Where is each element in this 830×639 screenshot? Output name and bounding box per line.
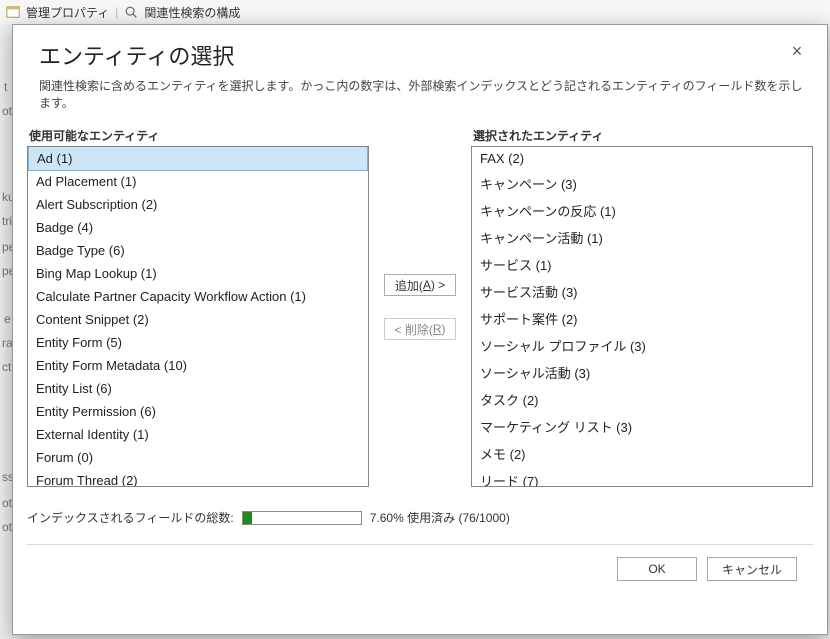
totals-row: インデックスされるフィールドの総数: 7.60% 使用済み (76/1000) (27, 509, 813, 526)
list-item[interactable]: Forum Thread (2) (28, 469, 368, 487)
list-item[interactable]: Content Snippet (2) (28, 308, 368, 331)
remove-button[interactable]: < 削除(R) (384, 318, 456, 340)
selected-column: 選択されたエンティティ FAX (2)キャンペーン (3)キャンペーンの反応 (… (471, 127, 813, 487)
totals-label: インデックスされるフィールドの総数: (27, 509, 234, 526)
list-item[interactable]: キャンペーンの反応 (1) (472, 197, 812, 224)
usage-progress-fill (243, 512, 252, 524)
list-item[interactable]: リード (7) (472, 467, 812, 487)
move-buttons-column: 追加(A) > < 削除(R) (381, 127, 459, 487)
add-button-pre: 追加( (395, 277, 423, 294)
list-item[interactable]: サービス活動 (3) (472, 278, 812, 305)
toolbar-item-1: 管理プロパティ (26, 4, 109, 21)
list-item[interactable]: Entity Form Metadata (10) (28, 354, 368, 377)
toolbar-separator: | (115, 5, 118, 19)
add-button-key: A (423, 278, 431, 292)
dialog-header: エンティティの選択 関連性検索に含めるエンティティを選択します。かっこ内の数字は… (13, 25, 827, 121)
available-column: 使用可能なエンティティ Ad (1)Ad Placement (1)Alert … (27, 127, 369, 487)
close-button[interactable]: × (787, 41, 807, 61)
background-toolbar: 管理プロパティ | 関連性検索の構成 (0, 0, 830, 24)
usage-text: 7.60% 使用済み (76/1000) (370, 509, 510, 526)
list-item[interactable]: ソーシャル活動 (3) (472, 359, 812, 386)
list-item[interactable]: Bing Map Lookup (1) (28, 262, 368, 285)
list-item[interactable]: Ad Placement (1) (28, 170, 368, 193)
usage-progress (242, 511, 362, 525)
selected-listbox[interactable]: FAX (2)キャンペーン (3)キャンペーンの反応 (1)キャンペーン活動 (… (471, 146, 813, 487)
remove-button-pre: < 削除( (394, 321, 432, 338)
admin-prop-icon (6, 5, 20, 19)
list-item[interactable]: Badge Type (6) (28, 239, 368, 262)
dialog-title: エンティティの選択 (39, 39, 803, 71)
list-item[interactable]: Alert Subscription (2) (28, 193, 368, 216)
list-item[interactable]: マーケティング リスト (3) (472, 413, 812, 440)
search-icon (124, 5, 138, 19)
list-item[interactable]: External Identity (1) (28, 423, 368, 446)
list-item[interactable]: キャンペーン (3) (472, 170, 812, 197)
list-item[interactable]: ソーシャル プロファイル (3) (472, 332, 812, 359)
list-item[interactable]: サポート案件 (2) (472, 305, 812, 332)
list-item[interactable]: Calculate Partner Capacity Workflow Acti… (28, 285, 368, 308)
list-item[interactable]: キャンペーン活動 (1) (472, 224, 812, 251)
list-item[interactable]: Ad (1) (28, 146, 368, 171)
remove-button-post: ) (442, 322, 446, 336)
list-item[interactable]: サービス (1) (472, 251, 812, 278)
entity-select-dialog: エンティティの選択 関連性検索に含めるエンティティを選択します。かっこ内の数字は… (12, 24, 828, 635)
cancel-button[interactable]: キャンセル (707, 557, 797, 581)
dialog-body: 使用可能なエンティティ Ad (1)Ad Placement (1)Alert … (13, 121, 827, 634)
add-button-post: ) > (431, 278, 445, 292)
list-item[interactable]: Forum (0) (28, 446, 368, 469)
available-listbox[interactable]: Ad (1)Ad Placement (1)Alert Subscription… (27, 146, 369, 487)
list-item[interactable]: FAX (2) (472, 147, 812, 170)
add-button[interactable]: 追加(A) > (384, 274, 456, 296)
list-item[interactable]: タスク (2) (472, 386, 812, 413)
ok-button[interactable]: OK (617, 557, 697, 581)
dialog-footer: OK キャンセル (27, 544, 813, 593)
list-item[interactable]: Entity List (6) (28, 377, 368, 400)
toolbar-item-2: 関連性検索の構成 (144, 4, 240, 21)
list-item[interactable]: メモ (2) (472, 440, 812, 467)
dialog-subtitle: 関連性検索に含めるエンティティを選択します。かっこ内の数字は、外部検索インデック… (39, 77, 803, 111)
remove-button-key: R (433, 322, 442, 336)
selected-caption: 選択されたエンティティ (471, 127, 813, 146)
list-item[interactable]: Badge (4) (28, 216, 368, 239)
available-caption: 使用可能なエンティティ (27, 127, 369, 146)
list-item[interactable]: Entity Permission (6) (28, 400, 368, 423)
list-item[interactable]: Entity Form (5) (28, 331, 368, 354)
lists-row: 使用可能なエンティティ Ad (1)Ad Placement (1)Alert … (27, 127, 813, 487)
